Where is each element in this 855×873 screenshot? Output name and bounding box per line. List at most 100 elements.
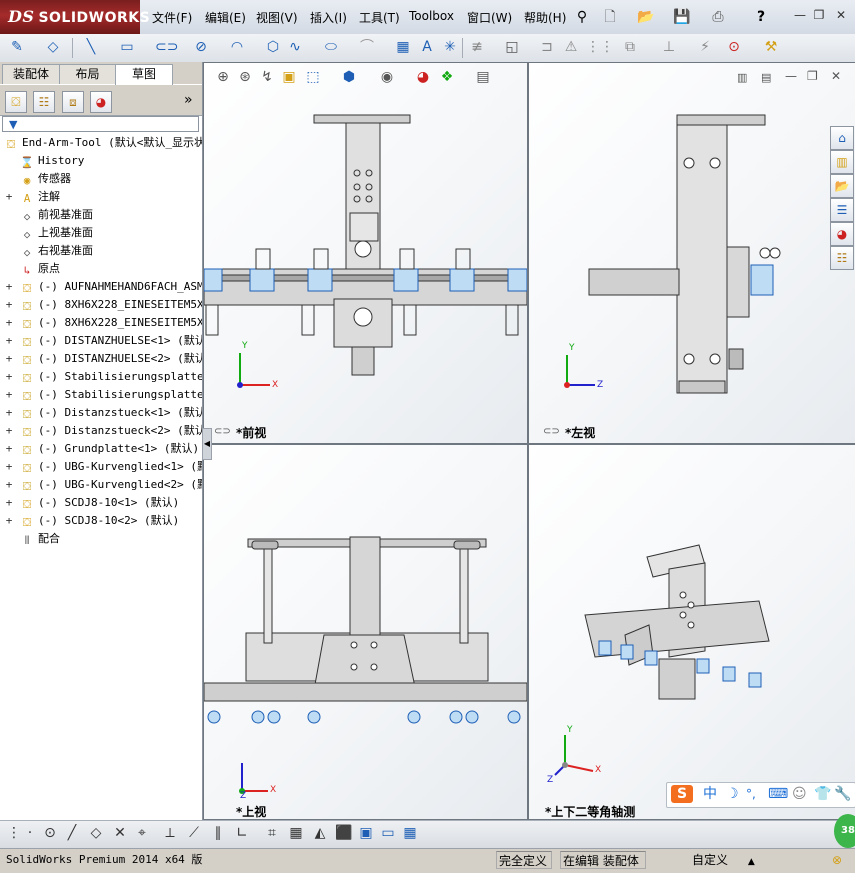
display-manager-icon[interactable]: ◕	[90, 91, 112, 113]
smart-dimension-icon[interactable]: ◇	[44, 38, 62, 56]
instant2d-icon[interactable]: ⚒	[762, 38, 780, 56]
tree-item[interactable]: ◇ 右视基准面	[0, 242, 202, 260]
spline-icon[interactable]: ∿	[286, 38, 304, 56]
arc-icon[interactable]: ◠	[228, 38, 246, 56]
tree-item[interactable]: + ⛋ (-) Distanzstueck<2> (默认)	[0, 422, 202, 440]
menu-insert[interactable]: 插入(I)	[310, 9, 347, 26]
print-icon[interactable]: ⎙	[709, 8, 727, 26]
expand-toggle[interactable]: +	[4, 332, 14, 350]
convert-entities-icon[interactable]: ◱	[503, 38, 521, 56]
line-icon[interactable]: ╲	[82, 38, 100, 56]
slot-icon[interactable]: ⊂⊃	[155, 38, 178, 56]
sketch-grid-icon[interactable]: ▦	[286, 823, 306, 843]
restore-icon[interactable]: ❐	[812, 8, 826, 22]
file-explorer-icon[interactable]: 📂	[830, 174, 854, 198]
offset-icon[interactable]: ⊐	[538, 38, 556, 56]
sketch-icon[interactable]: ✎	[8, 38, 26, 56]
settings-wrench-icon[interactable]: 🔧	[834, 785, 851, 803]
viewport-top[interactable]: Z X *上视	[203, 444, 528, 820]
view-orientation-icon[interactable]: ⬚	[304, 68, 322, 86]
emoticon-icon[interactable]: ☺	[792, 785, 807, 803]
property-manager-icon[interactable]: ☷	[33, 91, 55, 113]
quick-snaps-icon[interactable]: ⊙	[725, 38, 743, 56]
tree-item[interactable]: + A 注解	[0, 188, 202, 206]
expand-toggle[interactable]: +	[4, 476, 14, 494]
pin-icon[interactable]: ⚲	[573, 8, 591, 26]
link-view-icon[interactable]: ⊂⊃	[214, 426, 231, 437]
expand-toggle[interactable]: +	[4, 440, 14, 458]
moon-icon[interactable]: ☽	[726, 785, 739, 803]
two-view-icon[interactable]: ▭	[378, 823, 398, 843]
zoom-to-fit-icon[interactable]: ⊕	[214, 68, 232, 86]
ellipse-icon[interactable]: ⬭	[322, 38, 340, 56]
viewport-restore-icon[interactable]: ❐	[807, 69, 818, 83]
tree-item[interactable]: + ⛋ (-) DISTANZHUELSE<2> (默认)	[0, 350, 202, 368]
trim-icon[interactable]: ≢	[468, 38, 486, 56]
viewport-isometric[interactable]: Y X Z *上下二等角轴测	[528, 444, 855, 820]
help-icon[interactable]: ?	[752, 8, 770, 26]
menu-window[interactable]: 窗口(W)	[467, 9, 512, 26]
status-custom-units[interactable]: 自定义 ▲	[690, 851, 772, 869]
tree-item[interactable]: ◉ 传感器	[0, 170, 202, 188]
hide-show-icon[interactable]: ◉	[378, 68, 396, 86]
design-library-icon[interactable]: ▥	[830, 150, 854, 174]
progress-badge[interactable]: 38	[834, 814, 855, 848]
view-setting-icon[interactable]: ▤	[474, 68, 492, 86]
tab-assembly[interactable]: 装配体	[2, 64, 60, 84]
menu-file[interactable]: 文件(F)	[152, 9, 192, 26]
previous-view-icon[interactable]: ↯	[258, 68, 276, 86]
tab-sketch[interactable]: 草图	[115, 64, 173, 85]
menu-edit[interactable]: 编辑(E)	[205, 9, 246, 26]
linear-pattern-icon[interactable]: ⋮⋮	[586, 38, 614, 56]
expand-toggle[interactable]: +	[4, 278, 14, 296]
expand-panel-icon[interactable]: »	[184, 92, 193, 108]
expand-toggle[interactable]: +	[4, 350, 14, 368]
tree-item[interactable]: + ⛋ (-) SCDJ8-10<2> (默认)	[0, 512, 202, 530]
tree-item[interactable]: ◇ 上视基准面	[0, 224, 202, 242]
tree-filter[interactable]: ▼	[2, 116, 199, 132]
tree-item[interactable]: ⌛ History	[0, 152, 202, 170]
menu-tools[interactable]: 工具(T)	[359, 9, 400, 26]
viewport-front[interactable]: Y X ⊂⊃ *前视	[203, 62, 528, 444]
configuration-manager-icon[interactable]: ⧈	[62, 91, 84, 113]
viewport-left[interactable]: Y Z ⊂⊃ *左视 ▥ ▤ — ❐ ✕	[528, 62, 855, 444]
nearest-icon[interactable]: ⌖	[132, 823, 152, 843]
resources-icon[interactable]: ⌂	[830, 126, 854, 150]
viewport-split-icon[interactable]: ▤	[761, 71, 771, 84]
grid-snap-icon[interactable]: ⌗	[262, 823, 282, 843]
tree-item[interactable]: ◇ 前视基准面	[0, 206, 202, 224]
appearance-icon[interactable]: ◕	[414, 68, 432, 86]
solidworks-logo[interactable]: DS SOLIDWORKS	[0, 0, 150, 34]
open-folder-icon[interactable]: 📂	[637, 8, 655, 26]
collapse-panel-handle[interactable]: ◀	[202, 428, 212, 460]
expand-toggle[interactable]: +	[4, 296, 14, 314]
intersection-icon[interactable]: ✕	[110, 823, 130, 843]
expand-toggle[interactable]: +	[4, 314, 14, 332]
point-icon[interactable]: ✳	[441, 38, 459, 56]
center-point-icon[interactable]: ⊙	[40, 823, 60, 843]
tree-item[interactable]: + ⛋ (-) SCDJ8-10<1> (默认)	[0, 494, 202, 512]
zoom-to-area-icon[interactable]: ⊛	[236, 68, 254, 86]
tree-item[interactable]: + ⛋ (-) Stabilisierungsplatte-2	[0, 386, 202, 404]
perpendicular-icon[interactable]: ⟋	[184, 823, 204, 843]
ime-mode[interactable]: 中	[703, 785, 717, 803]
tree-item[interactable]: + ⛋ (-) UBG-Kurvenglied<2> (默认)	[0, 476, 202, 494]
rebuild-status-icon[interactable]: ⊗	[830, 851, 844, 869]
mirror-icon[interactable]: ⚠	[562, 38, 580, 56]
tree-item[interactable]: ⫴ 配合	[0, 530, 202, 548]
expand-toggle[interactable]: +	[4, 188, 14, 206]
close-icon[interactable]: ✕	[834, 8, 848, 22]
view-palette-icon[interactable]: ☰	[830, 198, 854, 222]
tree-root[interactable]: ⛋End-Arm-Tool (默认<默认_显示状态-1>)	[0, 134, 202, 152]
new-document-icon[interactable]: 🗋	[601, 8, 619, 26]
display-style-icon[interactable]: ⬢	[340, 68, 358, 86]
tree-item[interactable]: + ⛋ (-) 8XH6X228_EINESEITEM5X15<1>	[0, 296, 202, 314]
move-entities-icon[interactable]: ⧉	[621, 38, 639, 56]
appearances-icon[interactable]: ◕	[830, 222, 854, 246]
four-view-icon[interactable]: ▦	[400, 823, 420, 843]
tree-item[interactable]: + ⛋ (-) Stabilisierungsplatte-1	[0, 368, 202, 386]
tree-item[interactable]: + ⛋ (-) Grundplatte<1> (默认)	[0, 440, 202, 458]
tree-item[interactable]: + ⛋ (-) 8XH6X228_EINESEITEM5X15<2>	[0, 314, 202, 332]
tab-layout[interactable]: 布局	[59, 64, 116, 84]
tree-item[interactable]: ↳ 原点	[0, 260, 202, 278]
